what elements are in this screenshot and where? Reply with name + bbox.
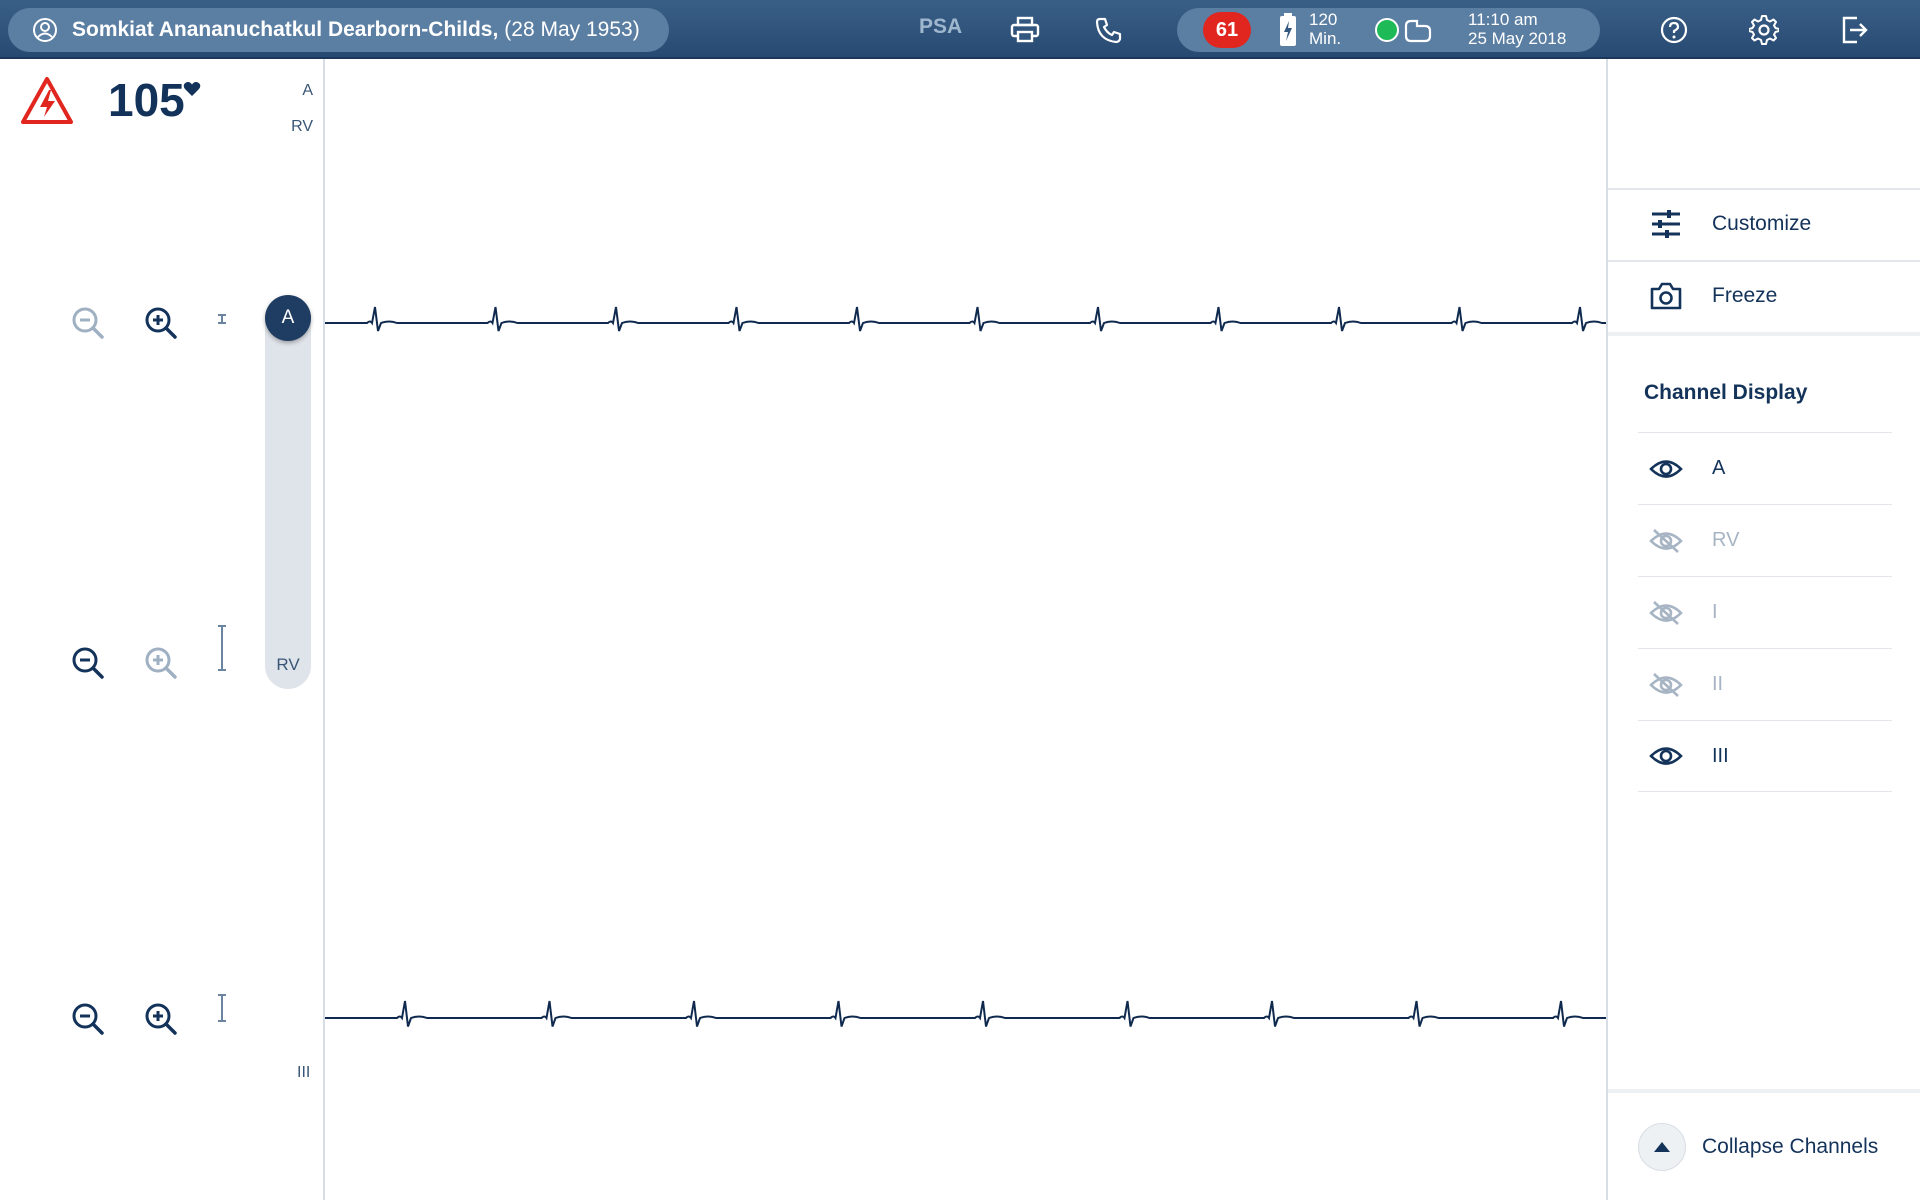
- heart-icon: [183, 81, 201, 97]
- patient-dob: (28 May 1953): [504, 18, 640, 41]
- call-button[interactable]: [1092, 13, 1126, 47]
- customize-label: Customize: [1712, 212, 1812, 235]
- camera-icon: [1646, 282, 1686, 310]
- alarm-count-badge[interactable]: 61: [1203, 12, 1251, 48]
- channel-toggle-rv[interactable]: RV: [1638, 504, 1892, 576]
- channel-toggle-label: RV: [1712, 529, 1740, 551]
- channel-slider[interactable]: A RV: [265, 295, 311, 689]
- waveform-lead-a: [325, 306, 1606, 332]
- scale-marker-a: [216, 313, 228, 325]
- eye-icon: [1646, 458, 1686, 480]
- channel-toggle-label: I: [1712, 601, 1718, 623]
- clock-time: 11:10 am: [1468, 10, 1538, 29]
- eye-off-icon: [1646, 528, 1686, 554]
- phone-icon: [1095, 16, 1123, 44]
- patient-name: Somkiat Anananuchatkul Dearborn-Childs,: [72, 18, 499, 41]
- right-panel: Customize Freeze Channel Display A RV I …: [1606, 59, 1920, 1200]
- top-bar: Somkiat Anananuchatkul Dearborn-Childs, …: [0, 0, 1920, 59]
- clock-date: 25 May 2018: [1468, 29, 1567, 48]
- zoom-out-a-button[interactable]: [68, 303, 108, 343]
- eye-off-icon: [1646, 600, 1686, 626]
- channel-display-title: Channel Display: [1644, 381, 1808, 404]
- patient-banner[interactable]: Somkiat Anananuchatkul Dearborn-Childs, …: [8, 8, 669, 52]
- zoom-in-icon: [143, 305, 179, 341]
- zoom-out-icon: [70, 305, 106, 341]
- zoom-out-icon: [70, 1001, 106, 1037]
- panel-divider: [1608, 332, 1920, 336]
- collapse-channels-button[interactable]: [1638, 1122, 1686, 1171]
- waveform-area: [325, 59, 1606, 1200]
- zoom-out-icon: [70, 645, 106, 681]
- connection-status-dot: [1375, 18, 1399, 42]
- exit-button[interactable]: [1837, 13, 1871, 47]
- freeze-label: Freeze: [1712, 284, 1778, 307]
- battery-readout: 120 Min.: [1309, 10, 1341, 48]
- triangle-up-icon: [1653, 1141, 1671, 1153]
- channel-slider-bottom-label: RV: [276, 655, 300, 674]
- gear-icon: [1749, 15, 1779, 45]
- battery-icon: [1279, 13, 1297, 47]
- scale-marker-rv: [216, 624, 228, 672]
- shock-warning-icon[interactable]: [20, 76, 74, 126]
- heart-rate-value: 105: [108, 74, 185, 126]
- zoom-in-icon: [143, 645, 179, 681]
- pad-icon: [1403, 18, 1433, 44]
- freeze-button[interactable]: Freeze: [1608, 260, 1920, 330]
- channel-toggle-label: II: [1712, 673, 1724, 695]
- battery-unit: Min.: [1309, 29, 1342, 48]
- channel-slider-knob[interactable]: A: [265, 295, 311, 341]
- battery-minutes: 120: [1309, 10, 1338, 29]
- user-circle-icon: [32, 17, 58, 43]
- waveform-canvas: [325, 306, 1606, 1027]
- channel-toggle-i[interactable]: I: [1638, 576, 1892, 648]
- zoom-in-a-button[interactable]: [141, 303, 181, 343]
- channel-toggle-a[interactable]: A: [1638, 432, 1892, 504]
- scale-marker-iii: [216, 993, 228, 1023]
- status-panel[interactable]: 61 120 Min. 11:10 am 25 May 2018: [1177, 8, 1600, 52]
- channel-toggle-ii[interactable]: II: [1638, 648, 1892, 720]
- lead-list: A RV: [291, 73, 313, 145]
- zoom-out-iii-button[interactable]: [68, 999, 108, 1039]
- customize-button[interactable]: Customize: [1608, 188, 1920, 258]
- waveform-lead-iii: [325, 1000, 1606, 1027]
- print-button[interactable]: [1008, 13, 1042, 47]
- channel-toggle-label: A: [1712, 457, 1726, 479]
- zoom-in-rv-button[interactable]: [141, 643, 181, 683]
- eye-icon: [1646, 745, 1686, 767]
- zoom-in-iii-button[interactable]: [141, 999, 181, 1039]
- collapse-channels-label: Collapse Channels: [1702, 1134, 1879, 1158]
- settings-button[interactable]: [1747, 13, 1781, 47]
- sliders-icon: [1646, 209, 1686, 239]
- collapse-channels-row[interactable]: Collapse Channels: [1608, 1089, 1920, 1200]
- zoom-out-rv-button[interactable]: [68, 643, 108, 683]
- exit-icon: [1839, 15, 1869, 45]
- lead-label-a: A: [302, 82, 313, 99]
- clock: 11:10 am 25 May 2018: [1468, 10, 1566, 48]
- lead-iii-label: III: [297, 1064, 311, 1081]
- channel-toggle-label: III: [1712, 744, 1729, 767]
- eye-off-icon: [1646, 672, 1686, 698]
- printer-icon: [1010, 16, 1040, 44]
- channel-toggle-iii[interactable]: III: [1638, 720, 1892, 792]
- zoom-in-icon: [143, 1001, 179, 1037]
- mode-label: PSA: [919, 15, 963, 38]
- help-icon: [1659, 15, 1689, 45]
- lead-label-rv: RV: [291, 118, 313, 135]
- help-button[interactable]: [1657, 13, 1691, 47]
- left-column: 105 A RV A RV III: [0, 59, 325, 1200]
